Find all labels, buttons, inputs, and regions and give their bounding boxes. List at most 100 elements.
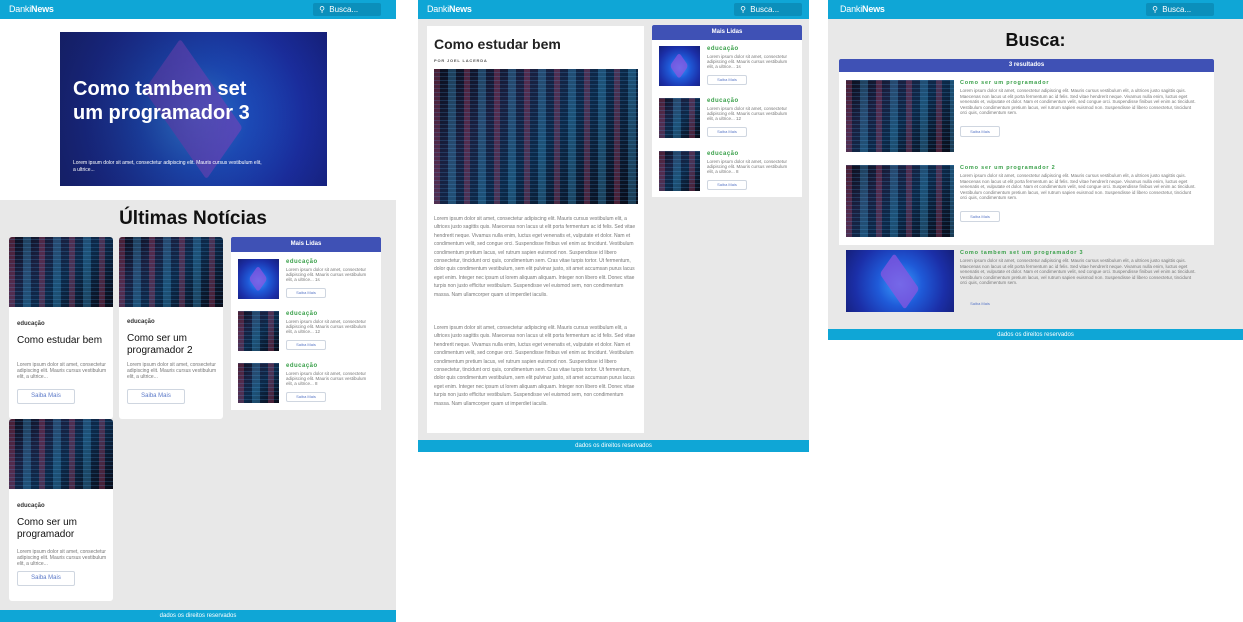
most-read-sidebar: Mais Lidas educação Lorem ipsum dolor si… <box>231 237 381 410</box>
card-title[interactable]: Como ser um programador 2 <box>127 333 219 357</box>
footer: dados os direitos reservados <box>418 440 809 452</box>
logo-thin: Danki <box>840 4 863 14</box>
most-read-category: educação <box>707 98 739 104</box>
card-description: Lorem ipsum dolor sit amet, consectetur … <box>17 362 107 380</box>
search-title: Busca: <box>1005 30 1066 50</box>
article-paragraph: Lorem ipsum dolor sit amet, consectetur … <box>434 216 636 298</box>
read-more-button[interactable]: Saiba Mais <box>286 392 326 402</box>
article-author: POR JOEL LACERDA <box>434 58 488 63</box>
most-read-image[interactable] <box>659 151 700 191</box>
card-category: educação <box>17 321 45 327</box>
search-result: Como ser um programador Lorem ipsum dolo… <box>846 80 1211 154</box>
screenshot-stage: DankiNews ⚲ Busca... Como tambem set um … <box>0 0 1243 622</box>
most-read-item: educação Lorem ipsum dolor sit amet, con… <box>652 46 802 94</box>
search-placeholder: Busca... <box>329 5 359 14</box>
most-read-sidebar: Mais Lidas educação Lorem ipsum dolor si… <box>652 25 802 197</box>
result-image[interactable] <box>846 165 954 237</box>
most-read-image[interactable] <box>238 259 279 299</box>
article-title: Como estudar bem <box>434 36 561 52</box>
logo-thin: Danki <box>427 4 450 14</box>
hero-description: Lorem ipsum dolor sit amet, consectetur … <box>73 160 262 173</box>
home-page: DankiNews ⚲ Busca... Como tambem set um … <box>0 0 396 622</box>
result-title[interactable]: Como tambem set um programador 3 <box>960 250 1083 256</box>
top-bar: DankiNews ⚲ Busca... <box>828 0 1243 19</box>
result-image[interactable] <box>846 80 954 152</box>
most-read-description: Lorem ipsum dolor sit amet, consectetur … <box>286 371 367 386</box>
most-read-image[interactable] <box>659 98 700 138</box>
card-description: Lorem ipsum dolor sit amet, consectetur … <box>17 549 107 567</box>
most-read-image[interactable] <box>238 311 279 351</box>
logo-bold: News <box>862 4 885 14</box>
card-image[interactable] <box>9 419 113 489</box>
result-description: Lorem ipsum dolor sit amet, consectetur … <box>960 88 1196 115</box>
article-image <box>434 69 638 204</box>
read-more-button[interactable]: Saiba Mais <box>707 127 747 137</box>
news-card: educação Como estudar bem Lorem ipsum do… <box>9 237 113 419</box>
card-category: educação <box>127 319 155 325</box>
news-card: educação Como ser um programador 2 Lorem… <box>119 237 223 419</box>
read-more-button[interactable]: Saiba Mais <box>960 298 1000 309</box>
most-read-category: educação <box>707 46 739 52</box>
most-read-category: educação <box>286 259 318 265</box>
hero-banner[interactable]: Como tambem set um programador 3 Lorem i… <box>60 32 327 186</box>
most-read-description: Lorem ipsum dolor sit amet, consectetur … <box>286 319 367 334</box>
hero-title[interactable]: Como tambem set um programador 3 <box>73 77 273 125</box>
most-read-item: educação Lorem ipsum dolor sit amet, con… <box>231 259 381 307</box>
read-more-button[interactable]: Saiba Mais <box>17 571 75 586</box>
result-title[interactable]: Como ser um programador 2 <box>960 165 1056 171</box>
read-more-button[interactable]: Saiba Mais <box>960 211 1000 222</box>
read-more-button[interactable]: Saiba Mais <box>286 288 326 298</box>
most-read-item: educação Lorem ipsum dolor sit amet, con… <box>652 98 802 146</box>
footer: dados os direitos reservados <box>0 610 396 622</box>
card-title[interactable]: Como estudar bem <box>17 335 109 347</box>
search-result: Como ser um programador 2 Lorem ipsum do… <box>846 165 1211 239</box>
search-input[interactable]: ⚲ Busca... <box>1146 3 1214 16</box>
most-read-title: Mais Lidas <box>231 237 381 252</box>
most-read-description: Lorem ipsum dolor sit amet, consectetur … <box>286 267 367 282</box>
most-read-description: Lorem ipsum dolor sit amet, consectetur … <box>707 159 788 174</box>
read-more-button[interactable]: Saiba Mais <box>960 126 1000 137</box>
search-placeholder: Busca... <box>750 5 780 14</box>
card-image[interactable] <box>119 237 223 307</box>
footer: dados os direitos reservados <box>828 329 1243 340</box>
result-description: Lorem ipsum dolor sit amet, consectetur … <box>960 258 1196 285</box>
result-description: Lorem ipsum dolor sit amet, consectetur … <box>960 173 1196 200</box>
most-read-title: Mais Lidas <box>652 25 802 40</box>
most-read-category: educação <box>707 151 739 157</box>
card-image[interactable] <box>9 237 113 307</box>
logo[interactable]: DankiNews <box>427 4 472 14</box>
read-more-button[interactable]: Saiba Mais <box>707 75 747 85</box>
logo[interactable]: DankiNews <box>840 4 885 14</box>
card-title[interactable]: Como ser um programador <box>17 517 109 541</box>
most-read-image[interactable] <box>659 46 700 86</box>
article-paragraph: Lorem ipsum dolor sit amet, consectetur … <box>434 325 636 407</box>
search-page: DankiNews ⚲ Busca... Busca: 3 resultados… <box>828 0 1243 340</box>
read-more-button[interactable]: Saiba Mais <box>286 340 326 350</box>
most-read-category: educação <box>286 363 318 369</box>
most-read-item: educação Lorem ipsum dolor sit amet, con… <box>231 363 381 411</box>
logo[interactable]: DankiNews <box>9 4 54 14</box>
section-title: Últimas Notícias <box>119 208 267 229</box>
search-icon: ⚲ <box>319 5 325 14</box>
result-image[interactable] <box>846 250 954 312</box>
most-read-item: educação Lorem ipsum dolor sit amet, con… <box>652 151 802 199</box>
search-icon: ⚲ <box>1152 5 1158 14</box>
most-read-image[interactable] <box>238 363 279 403</box>
read-more-button[interactable]: Saiba Mais <box>707 180 747 190</box>
search-placeholder: Busca... <box>1162 5 1192 14</box>
read-more-button[interactable]: Saiba Mais <box>17 389 75 404</box>
logo-bold: News <box>31 4 54 14</box>
card-category: educação <box>17 503 45 509</box>
result-title[interactable]: Como ser um programador <box>960 80 1049 86</box>
search-result: Como tambem set um programador 3 Lorem i… <box>846 250 1211 324</box>
search-input[interactable]: ⚲ Busca... <box>734 3 802 16</box>
article: Como estudar bem POR JOEL LACERDA Lorem … <box>427 26 644 433</box>
top-bar: DankiNews ⚲ Busca... <box>418 0 809 19</box>
read-more-button[interactable]: Saiba Mais <box>127 389 185 404</box>
results-count: 3 resultados <box>839 59 1214 72</box>
card-description: Lorem ipsum dolor sit amet, consectetur … <box>127 362 217 380</box>
most-read-description: Lorem ipsum dolor sit amet, consectetur … <box>707 106 788 121</box>
most-read-category: educação <box>286 311 318 317</box>
search-input[interactable]: ⚲ Busca... <box>313 3 381 16</box>
top-bar: DankiNews ⚲ Busca... <box>0 0 396 19</box>
